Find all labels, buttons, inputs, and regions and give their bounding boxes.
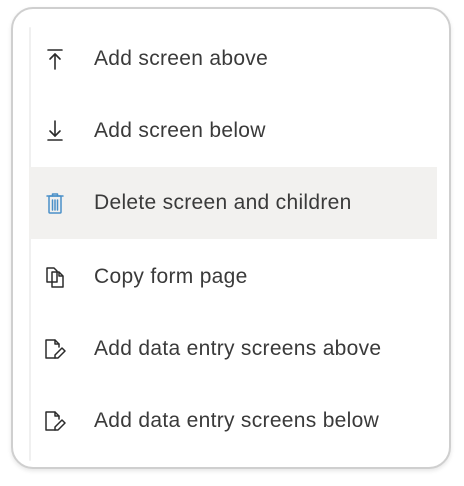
menu-item-label: Add screen below	[94, 119, 266, 142]
menu-item-add-screen-below[interactable]: Add screen below	[29, 95, 437, 167]
copy-icon	[43, 265, 67, 289]
context-menu: Add screen above Add screen below Delete…	[11, 7, 451, 469]
menu-item-label: Add screen above	[94, 47, 269, 70]
menu-item-label: Copy form page	[94, 265, 248, 288]
menu-item-label: Add data entry screens above	[94, 337, 382, 360]
menu-item-add-data-entry-above[interactable]: Add data entry screens above	[29, 313, 437, 385]
menu-item-add-screen-above[interactable]: Add screen above	[29, 23, 437, 95]
arrow-down-to-line-icon	[43, 119, 67, 143]
menu-item-add-data-entry-below[interactable]: Add data entry screens below	[29, 385, 437, 457]
menu-item-label: Delete screen and children	[94, 191, 352, 214]
menu-item-label: Add data entry screens below	[94, 409, 380, 432]
file-edit-icon	[43, 337, 67, 361]
file-edit-icon	[43, 409, 67, 433]
menu-item-copy-form-page[interactable]: Copy form page	[29, 241, 437, 313]
menu-item-delete-screen[interactable]: Delete screen and children	[29, 167, 437, 239]
trash-icon	[43, 191, 67, 215]
arrow-up-to-line-icon	[43, 47, 67, 71]
